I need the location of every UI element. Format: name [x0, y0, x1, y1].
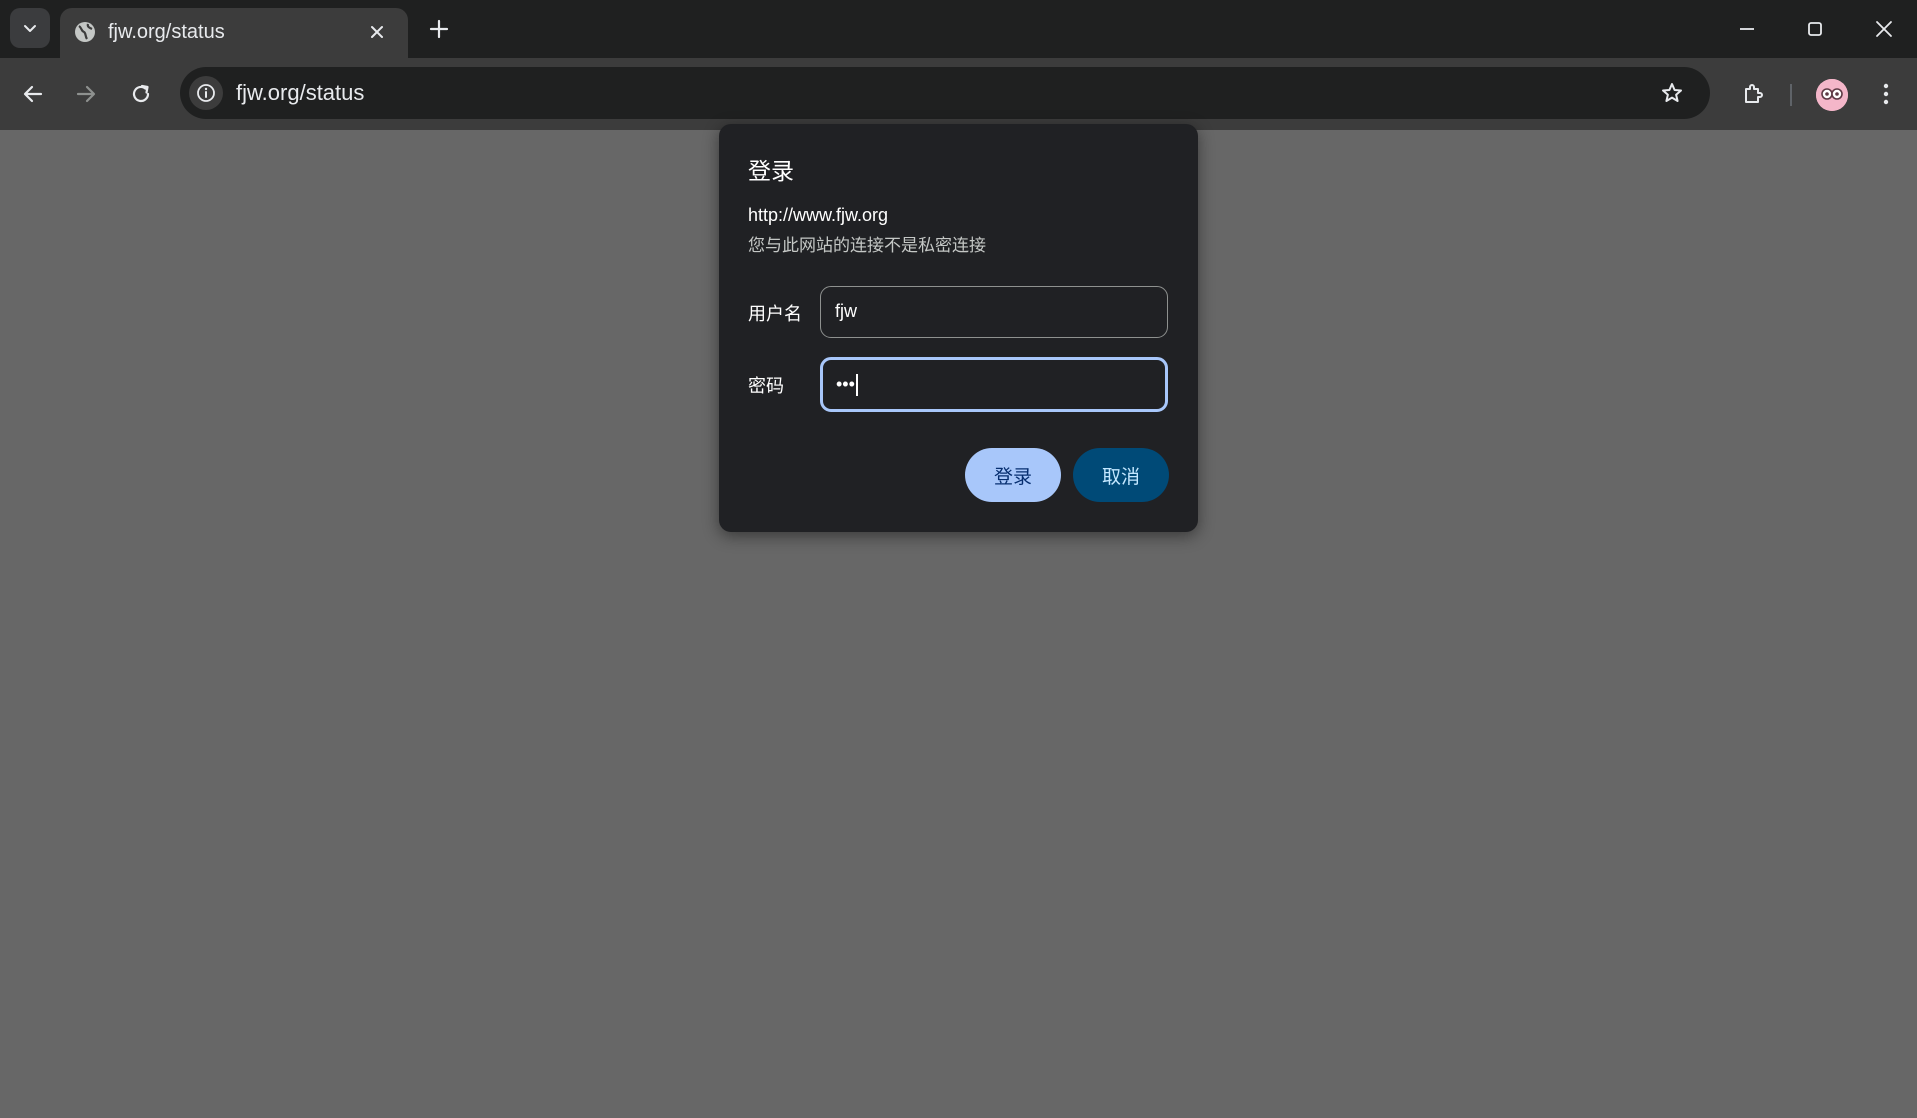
avatar-icon [1816, 79, 1848, 111]
kebab-menu-icon [1883, 83, 1889, 105]
password-label: 密码 [748, 376, 784, 396]
close-icon[interactable] [363, 18, 391, 46]
text-caret [855, 374, 858, 397]
address-bar[interactable]: fjw.org/status [180, 67, 1710, 119]
back-button[interactable] [13, 74, 53, 114]
minimize-button[interactable] [1719, 8, 1775, 50]
arrow-left-icon [22, 83, 44, 105]
tab-active[interactable]: fjw.org/status [60, 8, 408, 58]
bookmark-button[interactable] [1656, 77, 1688, 109]
url-text[interactable]: fjw.org/status [236, 80, 364, 106]
toolbar-divider [1790, 84, 1792, 106]
forward-button[interactable] [66, 74, 106, 114]
username-value: fjw [835, 301, 857, 321]
username-label: 用户名 [748, 304, 802, 324]
reload-icon [130, 83, 152, 105]
dialog-warning: 您与此网站的连接不是私密连接 [748, 236, 986, 255]
toolbar: fjw.org/status [0, 58, 1917, 130]
maximize-button[interactable] [1787, 8, 1843, 50]
profile-button[interactable] [1816, 79, 1848, 111]
puzzle-icon [1741, 82, 1765, 106]
tab-title: fjw.org/status [108, 21, 225, 43]
info-icon [196, 83, 216, 103]
dialog-title: 登录 [748, 158, 794, 184]
star-icon [1660, 81, 1684, 105]
plus-icon [429, 19, 449, 39]
cancel-button[interactable]: 取消 [1073, 448, 1169, 502]
arrow-right-icon [75, 83, 97, 105]
extensions-button[interactable] [1733, 74, 1773, 114]
minimize-icon [1738, 20, 1756, 38]
globe-icon [73, 20, 97, 44]
window-close-button[interactable] [1856, 8, 1912, 50]
dialog-origin: http://www.fjw.org [748, 205, 889, 225]
chevron-down-icon [22, 20, 38, 36]
reload-button[interactable] [121, 74, 161, 114]
maximize-icon [1806, 20, 1824, 38]
username-field[interactable]: fjw [820, 286, 1168, 338]
close-icon [1875, 20, 1893, 38]
tab-strip: fjw.org/status [0, 0, 1917, 58]
auth-dialog: 登录 http://www.fjw.org 您与此网站的连接不是私密连接 用户名… [719, 124, 1198, 532]
site-info-button[interactable] [189, 76, 223, 110]
new-tab-button[interactable] [422, 12, 456, 46]
password-value: ••• [836, 374, 855, 394]
password-field[interactable]: ••• [820, 357, 1168, 412]
tab-search-button[interactable] [10, 8, 50, 48]
menu-button[interactable] [1870, 74, 1902, 114]
login-button[interactable]: 登录 [965, 448, 1061, 502]
